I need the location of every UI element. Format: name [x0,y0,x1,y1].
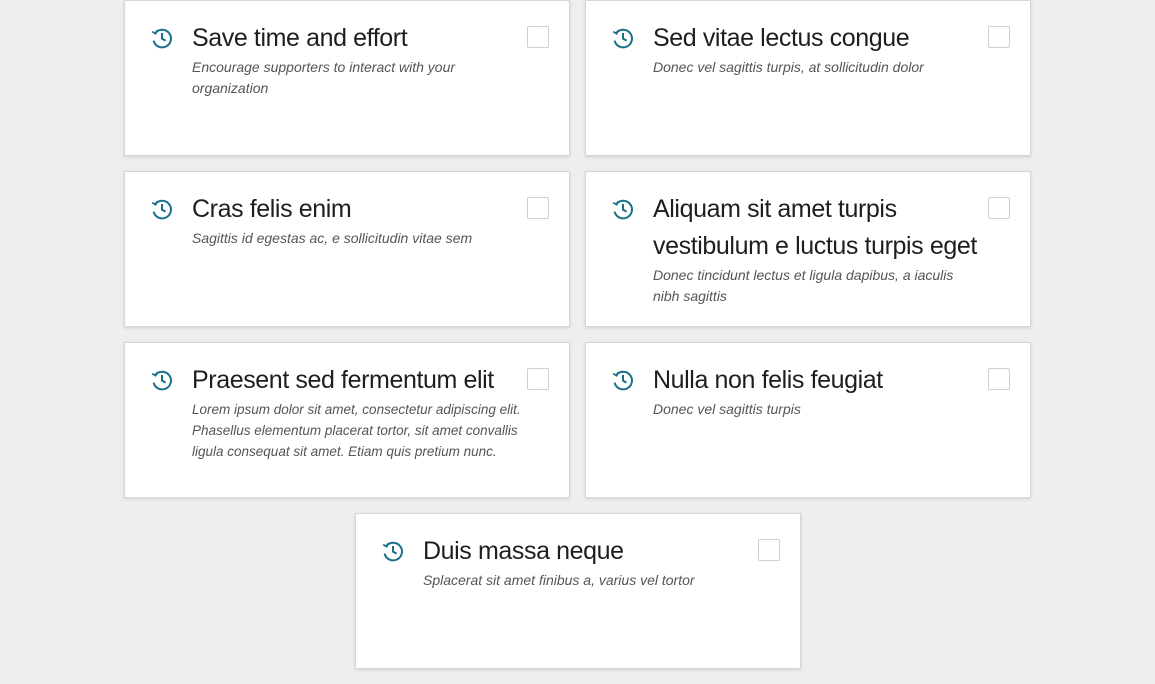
card-description: Encourage supporters to interact with yo… [192,59,456,96]
clock-history-icon [382,540,404,562]
card-description: Donec vel sagittis turpis, at sollicitud… [653,59,924,75]
clock-history-icon [151,369,173,391]
card-checkbox[interactable] [988,197,1010,219]
card-checkbox[interactable] [988,368,1010,390]
card-title: Aliquam sit amet turpis vestibulum e luc… [653,195,977,260]
option-card-1[interactable]: Save time and effort Encourage supporter… [124,0,570,156]
option-card-4[interactable]: Aliquam sit amet turpis vestibulum e luc… [585,171,1031,327]
card-description: Donec tincidunt lectus et ligula dapibus… [653,267,954,304]
card-checkbox[interactable] [527,197,549,219]
clock-history-icon [612,27,634,49]
clock-history-icon [612,369,634,391]
clock-history-icon [151,198,173,220]
card-title: Nulla non felis feugiat [653,366,883,394]
card-title: Duis massa neque [423,537,624,565]
card-description: Sagittis id egestas ac, e sollicitudin v… [192,230,473,246]
clock-history-icon [612,198,634,220]
card-title: Cras felis enim [192,195,352,223]
card-checkbox[interactable] [758,539,780,561]
card-title: Praesent sed fermentum elit [192,366,494,394]
card-checkbox[interactable] [988,26,1010,48]
clock-history-icon [151,27,173,49]
card-description: Lorem ipsum dolor sit amet, consectetur … [192,402,521,459]
option-card-3[interactable]: Cras felis enim Sagittis id egestas ac, … [124,171,570,327]
card-checkbox[interactable] [527,368,549,390]
card-title: Sed vitae lectus congue [653,24,910,52]
option-card-2[interactable]: Sed vitae lectus congue Donec vel sagitt… [585,0,1031,156]
card-checkbox[interactable] [527,26,549,48]
card-description: Donec vel sagittis turpis [653,401,801,417]
option-card-6[interactable]: Nulla non felis feugiat Donec vel sagitt… [585,342,1031,498]
option-card-5[interactable]: Praesent sed fermentum elit Lorem ipsum … [124,342,570,498]
option-card-7[interactable]: Duis massa neque Splacerat sit amet fini… [355,513,801,669]
card-title: Save time and effort [192,24,408,52]
card-description: Splacerat sit amet finibus a, varius vel… [423,572,695,588]
